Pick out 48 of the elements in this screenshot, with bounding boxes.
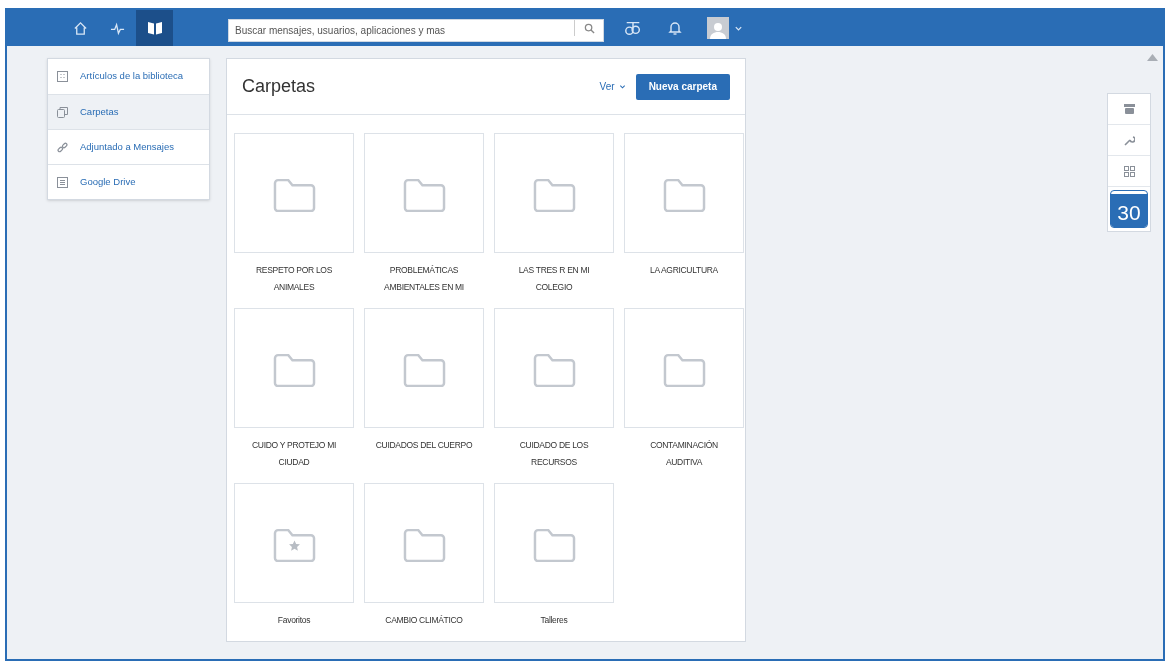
folder-tile[interactable]	[494, 483, 614, 603]
folder-name[interactable]: CUIDADOS DEL CUERPO	[374, 437, 474, 454]
folder-tile[interactable]	[234, 483, 354, 603]
avatar[interactable]	[707, 17, 729, 39]
folder-name[interactable]: CAMBIO CLIMÁTICO	[374, 612, 474, 629]
search-field[interactable]: Buscar mensajes, usuarios, aplicaciones y mas	[228, 18, 604, 42]
scroll-up-icon[interactable]	[1147, 54, 1158, 61]
folder-name[interactable]: Favoritos	[244, 612, 344, 629]
calendar-icon[interactable]: 30	[1111, 191, 1147, 227]
folder-tile[interactable]	[494, 308, 614, 428]
folder-name[interactable]: RESPETO POR LOS ANIMALES	[244, 262, 344, 296]
folder-tile[interactable]	[494, 133, 614, 253]
sidebar-item[interactable]: Adjuntado a Mensajes	[48, 129, 209, 164]
book-icon	[146, 20, 163, 36]
document-icon	[57, 176, 68, 188]
folder-name[interactable]: CONTAMINACIÓN AUDITIVA	[634, 437, 734, 471]
folder-name[interactable]: Talleres	[504, 612, 604, 629]
apps-icon[interactable]	[1123, 165, 1135, 177]
folder-tile[interactable]	[234, 308, 354, 428]
store-icon[interactable]	[1123, 104, 1135, 114]
copy-icon	[57, 106, 68, 118]
folder-name[interactable]: LAS TRES R EN MI COLEGIO	[504, 262, 604, 296]
grid-icon	[57, 71, 68, 82]
folder-name[interactable]: LA AGRICULTURA	[634, 262, 734, 279]
panel-title: Carpetas	[242, 75, 316, 98]
sidebar-item[interactable]: Google Drive	[48, 164, 209, 199]
sidebar-item[interactable]: Artículos de la biblioteca	[48, 59, 209, 94]
home-icon	[73, 20, 88, 36]
folder-tile[interactable]	[364, 483, 484, 603]
folder-name[interactable]: PROBLEMÁTICAS AMBIENTALES EN MI	[374, 262, 474, 296]
person-icon	[709, 21, 727, 39]
folder-tile[interactable]	[624, 308, 744, 428]
folder-tile[interactable]	[234, 133, 354, 253]
link-icon	[57, 141, 68, 153]
folder-tile[interactable]	[364, 133, 484, 253]
folder-tile[interactable]	[364, 308, 484, 428]
view-dropdown[interactable]: Ver	[599, 79, 626, 94]
wrench-icon[interactable]	[1123, 134, 1135, 146]
search-icon[interactable]	[584, 22, 595, 34]
caret-icon	[618, 83, 626, 90]
nav-tab[interactable]	[136, 10, 173, 46]
sidebar-item[interactable]: Carpetas	[48, 94, 209, 129]
new-folder-button[interactable]: Nueva carpeta	[635, 73, 730, 100]
folder-tile[interactable]	[624, 133, 744, 253]
pulse-icon	[110, 20, 125, 36]
folder-name[interactable]: CUIDO Y PROTEJO MI CIUDAD	[244, 437, 344, 471]
bell-icon[interactable]	[667, 20, 683, 36]
folder-name[interactable]: CUIDADO DE LOS RECURSOS	[504, 437, 604, 471]
